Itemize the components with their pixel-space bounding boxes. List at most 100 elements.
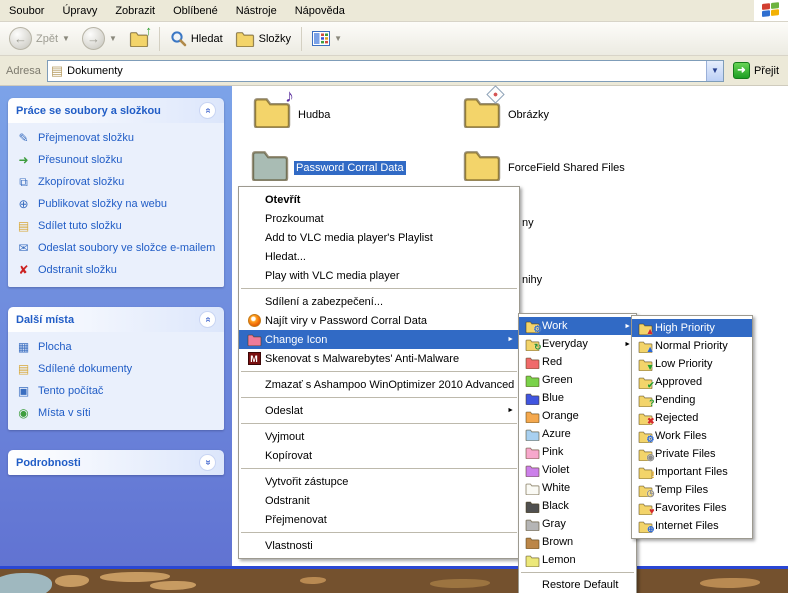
menu-item[interactable]: ◷Temp Files [632, 481, 752, 499]
back-dropdown-icon[interactable]: ▼ [62, 34, 70, 43]
file-item[interactable]: Password Corral Data [250, 147, 406, 181]
menubar-item[interactable]: Soubor [0, 2, 53, 20]
chevron-down-icon[interactable]: « [199, 454, 216, 471]
menu-item[interactable]: Blue [519, 389, 636, 407]
file-label[interactable]: Password Corral Data [294, 161, 406, 175]
menu-item[interactable]: Vlastnosti [239, 536, 519, 555]
file-item[interactable]: ForceField Shared Files [462, 147, 627, 181]
menubar-item[interactable]: Nápověda [286, 2, 354, 20]
menu-item[interactable]: Zmazať s Ashampoo WinOptimizer 2010 Adva… [239, 375, 519, 394]
sidebar-task-link[interactable]: ◉Místa v síti [16, 407, 216, 420]
menu-item-label: Zmazať s Ashampoo WinOptimizer 2010 Adva… [265, 379, 514, 391]
normal-priority-folder-icon: ▲ [638, 340, 653, 353]
sidebar-task-link[interactable]: ▤Sdílet tuto složku [16, 220, 216, 233]
sidebar-panel-header[interactable]: Další místa« [8, 307, 224, 332]
task-pane-sidebar: Práce se soubory a složkou« ✎Přejmenovat … [0, 86, 232, 566]
menu-item[interactable]: ◉Private Files [632, 445, 752, 463]
sidebar-task-link[interactable]: ▣Tento počítač [16, 385, 216, 398]
menu-item-label: Favorites Files [655, 502, 747, 514]
menu-item[interactable]: ⊕Internet Files [632, 517, 752, 535]
sidebar-task-link[interactable]: ▤Sdílené dokumenty [16, 363, 216, 376]
menu-item[interactable]: Black [519, 497, 636, 515]
sidebar-task-label: Tento počítač [38, 385, 103, 398]
menu-item[interactable]: Violet [519, 461, 636, 479]
menu-item[interactable]: White [519, 479, 636, 497]
sidebar-task-link[interactable]: ➜Přesunout složku [16, 154, 216, 167]
menu-item[interactable]: ⚙Work Files [632, 427, 752, 445]
chevron-up-icon[interactable]: « [199, 102, 216, 119]
menu-item[interactable]: Orange [519, 407, 636, 425]
forward-button[interactable]: → ▼ [77, 24, 122, 54]
menu-item[interactable]: Gray [519, 515, 636, 533]
back-button[interactable]: ← Zpět ▼ [4, 24, 75, 54]
views-button[interactable]: ▼ [307, 24, 347, 54]
menu-item[interactable]: ⚙Work► [519, 317, 636, 335]
menu-item[interactable]: Vyjmout [239, 427, 519, 446]
search-button[interactable]: Hledat [165, 24, 228, 54]
menu-item[interactable]: Add to VLC media player's Playlist [239, 228, 519, 247]
menu-item-label: Blue [542, 392, 631, 404]
menu-item[interactable]: Přejmenovat [239, 510, 519, 529]
menu-item[interactable]: Odeslat► [239, 401, 519, 420]
chevron-up-icon[interactable]: « [199, 311, 216, 328]
menu-item[interactable]: !Important Files [632, 463, 752, 481]
menu-item[interactable]: ▲High Priority [632, 319, 752, 337]
menu-item[interactable]: Vytvořit zástupce [239, 472, 519, 491]
menu-item[interactable]: Sdílení a zabezpečení... [239, 292, 519, 311]
menu-item[interactable]: Pink [519, 443, 636, 461]
menu-item[interactable]: Otevřít [239, 190, 519, 209]
address-dropdown-button[interactable]: ▼ [706, 61, 723, 81]
menu-item[interactable]: Najít viry v Password Corral Data [239, 311, 519, 330]
menu-item[interactable]: Restore Default [519, 576, 636, 593]
occluded-file-label-fragment[interactable]: nihy [522, 274, 542, 286]
menu-item[interactable]: Brown [519, 533, 636, 551]
file-label[interactable]: Obrázky [506, 108, 551, 122]
menu-item[interactable]: Azure [519, 425, 636, 443]
menu-item-label: Prozkoumat [265, 213, 514, 225]
go-button[interactable]: ➜ Přejit [730, 62, 782, 79]
menu-item[interactable]: ▲Normal Priority [632, 337, 752, 355]
menu-item[interactable]: MSkenovat s Malwarebytes' Anti-Malware [239, 349, 519, 368]
menu-item[interactable]: ▼Low Priority [632, 355, 752, 373]
menu-item[interactable]: Hledat... [239, 247, 519, 266]
menu-item[interactable]: ?Pending [632, 391, 752, 409]
menu-item[interactable]: Prozkoumat [239, 209, 519, 228]
menu-item[interactable]: ♥Favorites Files [632, 499, 752, 517]
menu-item[interactable]: Lemon [519, 551, 636, 569]
sidebar-task-link[interactable]: ✉Odeslat soubory ve složce e-mailem [16, 242, 216, 255]
folder-icon [250, 147, 294, 181]
menu-item[interactable]: ✔Approved [632, 373, 752, 391]
sidebar-task-link[interactable]: ✎Přejmenovat složku [16, 132, 216, 145]
file-item[interactable]: ♪Hudba [252, 94, 332, 128]
sidebar-task-link[interactable]: ⊕Publikovat složky na webu [16, 198, 216, 211]
menu-item[interactable]: Red [519, 353, 636, 371]
address-combobox[interactable]: ▤ Dokumenty ▼ [47, 60, 724, 82]
menu-item[interactable]: ↻Everyday► [519, 335, 636, 353]
up-button[interactable]: ↑ [124, 24, 154, 54]
menu-item[interactable]: Change Icon► [239, 330, 519, 349]
sidebar-panel-header[interactable]: Práce se soubory a složkou« [8, 98, 224, 123]
sidebar-task-link[interactable]: ▦Plocha [16, 341, 216, 354]
pink-folder-icon [525, 446, 540, 459]
menu-item[interactable]: Play with VLC media player [239, 266, 519, 285]
folders-button[interactable]: Složky [230, 24, 296, 54]
sidebar-task-link[interactable]: ⧉Zkopírovat složku [16, 176, 216, 189]
file-item[interactable]: Obrázky [462, 94, 551, 128]
file-label[interactable]: Hudba [296, 108, 332, 122]
menu-item[interactable]: Green [519, 371, 636, 389]
sidebar-task-label: Sdílené dokumenty [38, 363, 132, 376]
menu-item[interactable]: ✖Rejected [632, 409, 752, 427]
menubar-item[interactable]: Zobrazit [106, 2, 164, 20]
occluded-file-label-fragment[interactable]: ny [522, 217, 534, 229]
forward-dropdown-icon[interactable]: ▼ [109, 34, 117, 43]
menu-item[interactable]: Odstranit [239, 491, 519, 510]
views-dropdown-icon[interactable]: ▼ [334, 34, 342, 43]
sidebar-task-link[interactable]: ✘Odstranit složku [16, 264, 216, 277]
sidebar-panel-header[interactable]: Podrobnosti« [8, 450, 224, 475]
file-label[interactable]: ForceField Shared Files [506, 161, 627, 175]
menu-item[interactable]: Kopírovat [239, 446, 519, 465]
search-icon [170, 30, 187, 47]
menubar-item[interactable]: Úpravy [53, 2, 106, 20]
menubar-item[interactable]: Nástroje [227, 2, 286, 20]
menubar-item[interactable]: Oblíbené [164, 2, 227, 20]
